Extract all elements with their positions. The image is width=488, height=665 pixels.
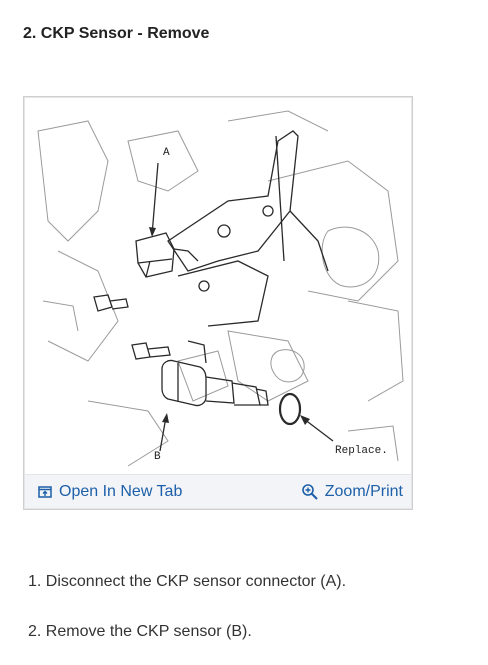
open-in-new-tab-label: Open In New Tab: [59, 482, 183, 500]
zoom-icon: [301, 483, 319, 501]
open-in-new-tab-link[interactable]: Open In New Tab: [37, 483, 182, 501]
figure-card: A B Replace. Open In New Tab Zoom/Print: [23, 96, 413, 510]
figure-toolbar: Open In New Tab Zoom/Print: [25, 474, 411, 508]
callout-b-label: B: [154, 451, 161, 463]
callout-a-label: A: [163, 147, 170, 159]
ckp-sensor-diagram[interactable]: A B Replace.: [28, 101, 408, 473]
step-item: 2. Remove the CKP sensor (B).: [28, 623, 252, 640]
instruction-steps: 1. Disconnect the CKP sensor connector (…: [28, 571, 346, 643]
replace-label: Replace.: [335, 445, 388, 457]
open-new-tab-icon: [37, 484, 53, 500]
zoom-print-label: Zoom/Print: [324, 482, 403, 500]
page-heading: 2. CKP Sensor - Remove: [23, 25, 210, 42]
step-item: 1. Disconnect the CKP sensor connector (…: [28, 573, 347, 590]
zoom-print-link[interactable]: Zoom/Print: [301, 483, 403, 501]
